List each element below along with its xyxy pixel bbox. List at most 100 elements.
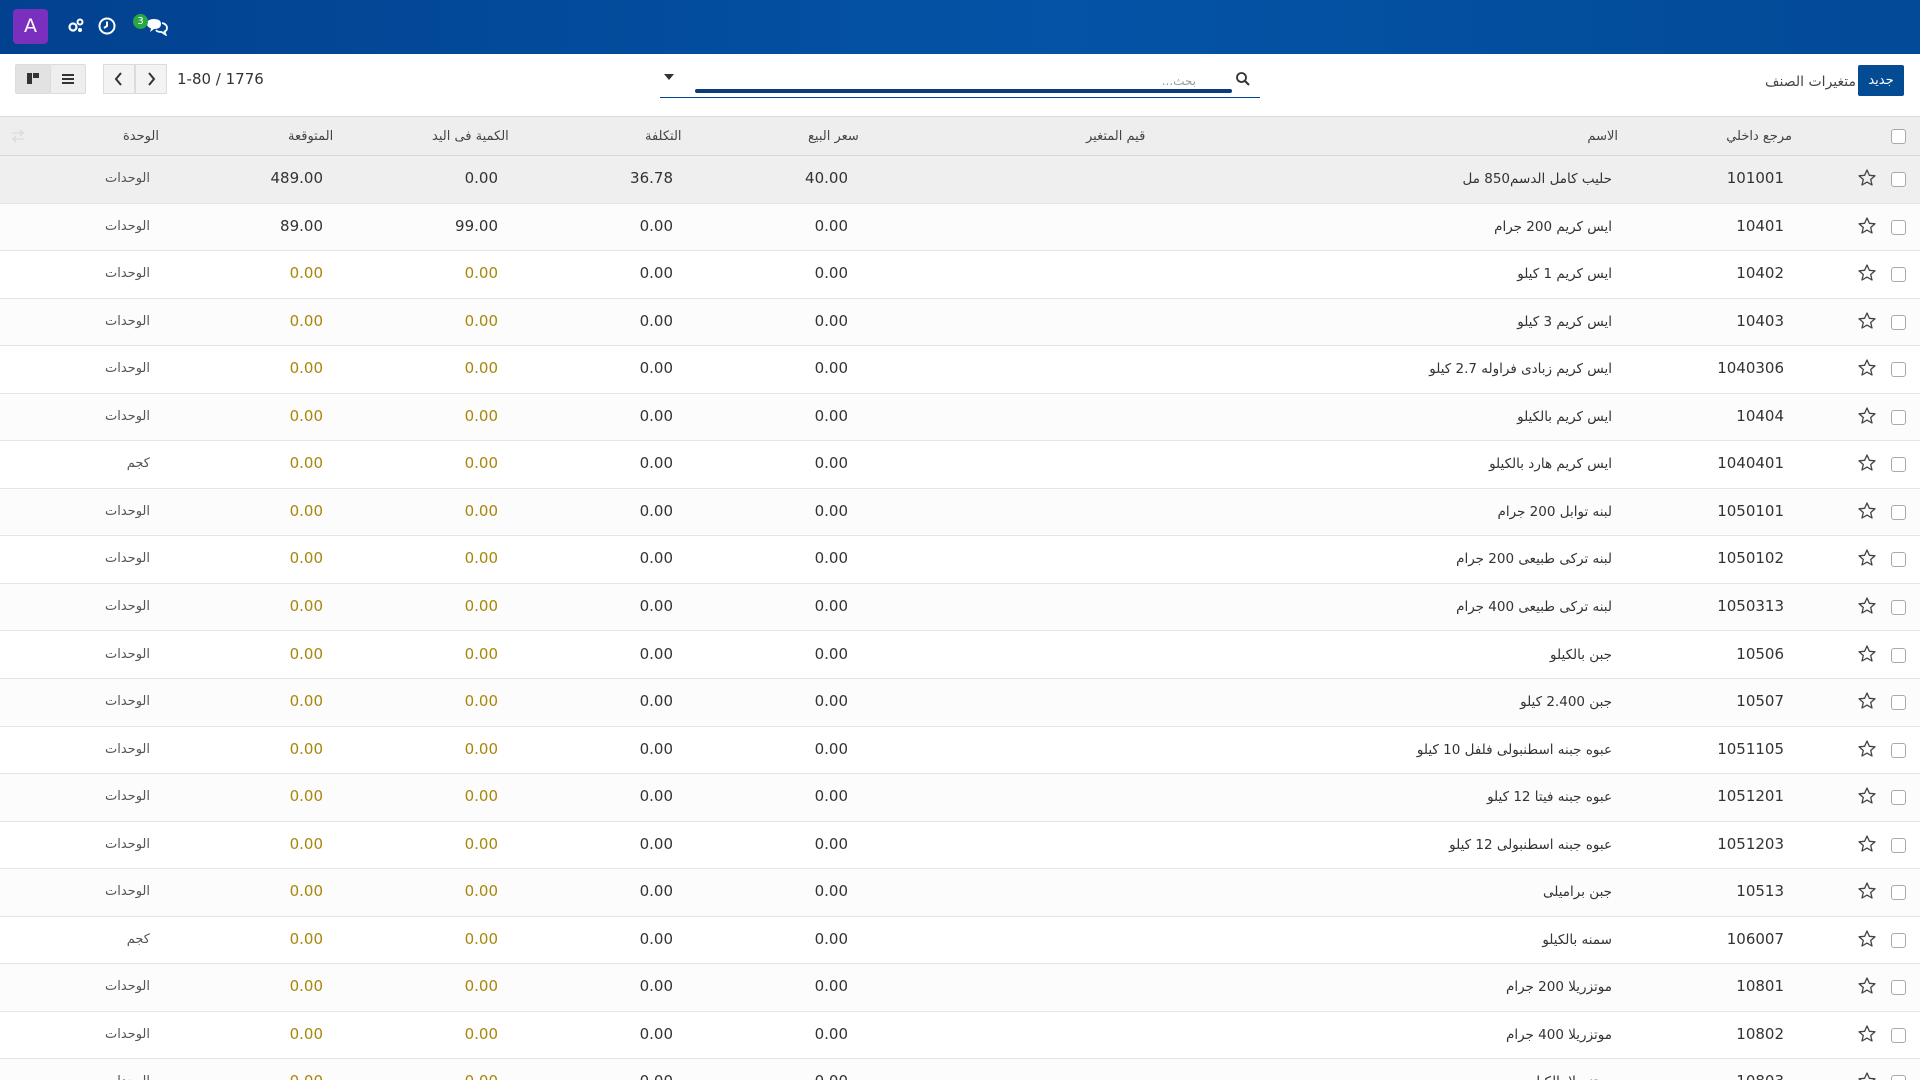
cell-forecast: 0.00	[289, 501, 323, 520]
favorite-star-icon[interactable]	[1857, 929, 1877, 949]
table-row[interactable]: الوحدات 0.00 0.00 0.00 0.00 موتزريلا 200 جرام…	[0, 964, 1920, 1012]
favorite-star-icon[interactable]	[1857, 168, 1877, 188]
table-row[interactable]: الوحدات 0.00 0.00 0.00 0.00 جبن براميلى 10513	[0, 869, 1920, 917]
table-row[interactable]: كجم 0.00 0.00 0.00 0.00 سمنه بالكيلو 106007	[0, 916, 1920, 965]
row-checkbox[interactable]	[1891, 172, 1906, 187]
table-row[interactable]: الوحدات 0.00 0.00 0.00 0.00 لبنه تركى طبيعى 4…	[0, 583, 1920, 632]
favorite-star-icon[interactable]	[1857, 644, 1877, 664]
cell-internal-ref: 10404	[1736, 406, 1784, 425]
row-checkbox[interactable]	[1891, 837, 1906, 853]
table-row[interactable]: الوحدات 0.00 0.00 0.00 0.00 عبوه جبنه اسطنبول…	[0, 726, 1920, 775]
kanban-view-button[interactable]	[15, 64, 51, 94]
header-sale-price[interactable]: سعر البيع	[808, 129, 859, 144]
row-checkbox[interactable]	[1891, 267, 1906, 283]
search-options-toggle-icon[interactable]	[664, 74, 674, 80]
table-row[interactable]: الوحدات 0.00 0.00 0.00 0.00 جبن 2.400 كيلو 105…	[0, 679, 1920, 727]
pager-previous-button[interactable]	[103, 64, 135, 94]
row-checkbox[interactable]	[1891, 1075, 1906, 1080]
row-checkbox[interactable]	[1891, 1027, 1906, 1043]
favorite-star-icon[interactable]	[1857, 216, 1877, 236]
row-checkbox[interactable]	[1891, 599, 1906, 615]
row-checkbox[interactable]	[1891, 409, 1906, 425]
row-checkbox[interactable]	[1891, 552, 1906, 568]
table-row[interactable]: الوحدات 0.00 0.00 0.00 0.00 جبن بالكيلو 10506	[0, 631, 1920, 679]
company-avatar[interactable]: A	[13, 9, 48, 44]
cell-forecast: 89.00	[280, 216, 323, 235]
pager-value[interactable]: 1-80 / 1776	[177, 70, 264, 88]
cell-internal-ref: 106007	[1726, 929, 1784, 948]
row-checkbox[interactable]	[1891, 504, 1906, 520]
favorite-star-icon[interactable]	[1857, 263, 1877, 283]
table-row[interactable]: الوحدات 89.00 99.00 0.00 0.00 ايس كريم 200 جر…	[0, 203, 1920, 252]
row-checkbox[interactable]	[1891, 457, 1906, 473]
table-row[interactable]: كجم 0.00 0.00 0.00 0.00 ايس كريم هارد بالكيلو…	[0, 441, 1920, 489]
search-icon[interactable]	[1235, 71, 1251, 91]
favorite-star-icon[interactable]	[1857, 691, 1877, 711]
row-checkbox[interactable]	[1891, 980, 1906, 996]
list-view-button[interactable]	[50, 64, 86, 94]
table-row[interactable]: الوحدات 0.00 0.00 0.00 0.00 لبنه توابل 200 جر…	[0, 488, 1920, 537]
cell-unit: الوحدات	[105, 313, 150, 329]
table-row[interactable]: الوحدات 489.00 0.00 36.78 40.00 حليب كامل الد…	[0, 156, 1920, 204]
cell-cost: 0.00	[639, 739, 673, 758]
header-variant-values[interactable]: قيم المتغير	[1086, 129, 1145, 144]
row-checkbox[interactable]	[1891, 742, 1906, 758]
favorite-star-icon[interactable]	[1857, 596, 1877, 616]
header-on-hand[interactable]: الكمية فى اليد	[432, 129, 509, 144]
row-checkbox[interactable]	[1891, 695, 1906, 711]
cell-internal-ref: 10802	[1736, 1024, 1784, 1043]
cell-cost: 36.78	[630, 169, 673, 187]
cell-name: جبن براميلى	[1543, 884, 1612, 901]
header-unit[interactable]: الوحدة	[123, 129, 159, 144]
favorite-star-icon[interactable]	[1857, 1071, 1877, 1080]
table-row[interactable]: الوحدات 0.00 0.00 0.00 0.00 عبوه جبنه اسطنبول…	[0, 821, 1920, 870]
new-button[interactable]: جديد	[1858, 65, 1904, 96]
row-checkbox[interactable]	[1891, 647, 1906, 663]
favorite-star-icon[interactable]	[1857, 834, 1877, 854]
favorite-star-icon[interactable]	[1857, 501, 1877, 521]
table-row[interactable]: الوحدات 0.00 0.00 0.00 0.00 موتزريلا 400 جرام…	[0, 1011, 1920, 1060]
favorite-star-icon[interactable]	[1857, 881, 1877, 901]
cell-on-hand: 0.00	[464, 882, 498, 901]
row-checkbox[interactable]	[1891, 362, 1906, 378]
table-header: الوحدة المتوقعة الكمية فى اليد التكلفة س…	[0, 116, 1920, 156]
favorite-star-icon[interactable]	[1857, 311, 1877, 331]
row-checkbox[interactable]	[1891, 219, 1906, 235]
row-checkbox[interactable]	[1891, 790, 1906, 806]
select-all-checkbox[interactable]	[1891, 129, 1906, 144]
cell-unit: الوحدات	[105, 171, 150, 186]
header-cost[interactable]: التكلفة	[645, 129, 682, 144]
table-row[interactable]: الوحدات 0.00 0.00 0.00 0.00 ايس كريم زبادى فر…	[0, 346, 1920, 394]
cell-cost: 0.00	[639, 454, 673, 473]
row-checkbox[interactable]	[1891, 885, 1906, 901]
table-row[interactable]: الوحدات 0.00 0.00 0.00 0.00 لبنه تركى طبيعى 2…	[0, 536, 1920, 584]
pager-next-button[interactable]	[135, 64, 167, 94]
row-checkbox[interactable]	[1891, 932, 1906, 948]
header-forecast[interactable]: المتوقعة	[288, 129, 333, 144]
favorite-star-icon[interactable]	[1857, 406, 1877, 426]
cell-on-hand: 0.00	[464, 644, 498, 663]
chat-bubbles-icon[interactable]	[145, 16, 169, 37]
favorite-star-icon[interactable]	[1857, 976, 1877, 996]
cell-on-hand: 0.00	[464, 501, 498, 520]
favorite-star-icon[interactable]	[1857, 548, 1877, 568]
favorite-star-icon[interactable]	[1857, 453, 1877, 473]
clock-icon[interactable]	[97, 16, 117, 36]
table-row[interactable]: الوحدات 0.00 0.00 0.00 0.00 ايس كريم بالكيلو 1…	[0, 393, 1920, 442]
header-internal-ref[interactable]: مرجع داخلي	[1726, 129, 1792, 144]
favorite-star-icon[interactable]	[1857, 358, 1877, 378]
settings-gears-icon[interactable]	[66, 16, 86, 36]
table-row[interactable]: الوحدات 0.00 0.00 0.00 0.00 عبوه جبنه فيتا 12…	[0, 774, 1920, 822]
favorite-star-icon[interactable]	[1857, 1024, 1877, 1044]
page-title: متغيرات الصنف	[1765, 74, 1856, 90]
cell-on-hand: 0.00	[464, 264, 498, 283]
favorite-star-icon[interactable]	[1857, 786, 1877, 806]
table-row[interactable]: الوحدات 0.00 0.00 0.00 0.00 ايس كريم 3 كيلو 10…	[0, 298, 1920, 347]
row-checkbox[interactable]	[1891, 314, 1906, 330]
table-row[interactable]: الوحدات 0.00 0.00 0.00 0.00 موتزريلا بالكيلو 1…	[0, 1059, 1920, 1080]
favorite-star-icon[interactable]	[1857, 739, 1877, 759]
cell-forecast: 0.00	[289, 311, 323, 330]
table-row[interactable]: الوحدات 0.00 0.00 0.00 0.00 ايس كريم 1 كيلو 10…	[0, 251, 1920, 299]
column-options-icon[interactable]	[10, 128, 26, 144]
header-name[interactable]: الاسم	[1587, 129, 1618, 144]
